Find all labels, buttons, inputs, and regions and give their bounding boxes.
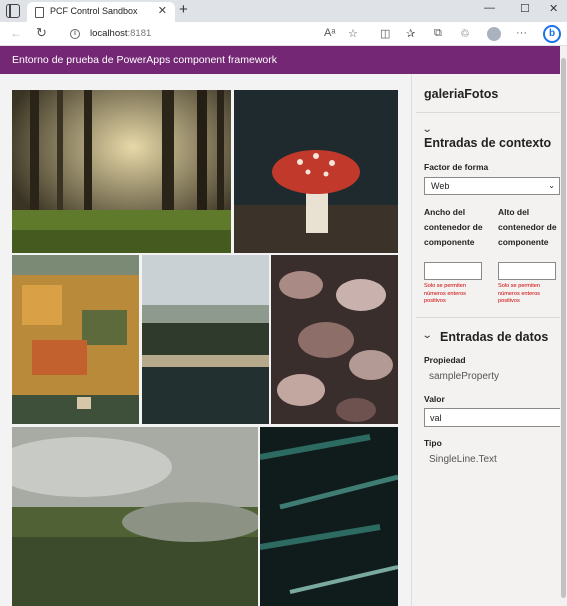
new-tab-icon[interactable]: + (179, 1, 188, 18)
type-value: SingleLine.Text (429, 454, 497, 465)
type-label: Tipo (424, 438, 442, 448)
close-tab-icon[interactable]: ✕ (158, 4, 167, 17)
photo-fir-branches[interactable] (260, 427, 398, 606)
photo-red-mushroom[interactable] (234, 90, 398, 253)
property-label: Propiedad (424, 355, 466, 365)
chevron-down-icon: ⌄ (548, 181, 555, 190)
more-menu-icon[interactable]: ··· (516, 27, 527, 39)
browser-tab-bar: PCF Control Sandbox ✕ + — ☐ ✕ (0, 0, 567, 22)
height-input[interactable] (498, 262, 556, 280)
favorites-icon[interactable]: ✰ (406, 27, 415, 40)
page-icon (35, 7, 44, 18)
height-label: Alto del contenedor de componente (498, 207, 557, 247)
maximize-icon[interactable]: ☐ (520, 2, 530, 15)
context-inputs-heading[interactable]: Entradas de contexto (424, 136, 551, 150)
split-screen-icon[interactable]: ◫ (380, 27, 390, 40)
read-aloud-icon[interactable]: Aᵃ (324, 27, 335, 39)
browser-tab[interactable]: PCF Control Sandbox ✕ (27, 2, 175, 22)
chevron-down-icon[interactable]: ⌄ (422, 124, 433, 135)
profile-avatar[interactable] (487, 27, 501, 41)
app-header: Entorno de prueba de PowerApps component… (0, 46, 560, 74)
photo-autumn-hillside[interactable] (12, 255, 139, 424)
photo-sunlit-forest[interactable] (12, 90, 231, 253)
favorite-star-icon[interactable]: ☆ (348, 27, 358, 40)
refresh-icon[interactable]: ↻ (36, 25, 47, 41)
form-factor-label: Factor de forma (424, 162, 489, 172)
form-factor-value: Web (431, 181, 450, 191)
minimize-icon[interactable]: — (484, 2, 495, 14)
photo-dry-leaves[interactable] (271, 255, 398, 424)
collections-icon[interactable]: ⧉ (434, 27, 442, 40)
photo-foggy-forest[interactable] (12, 427, 258, 606)
divider (416, 112, 561, 113)
divider (416, 317, 561, 318)
properties-panel: galeriaFotos ⌄ Entradas de contexto Fact… (411, 74, 562, 606)
width-error: Solo se permiten números enteros positiv… (424, 283, 466, 304)
scrollbar-thumb[interactable] (561, 58, 566, 598)
chevron-down-icon[interactable]: ⌄ (422, 330, 433, 341)
photo-misty-lake[interactable] (142, 255, 269, 424)
form-factor-select[interactable]: Web ⌄ (424, 177, 560, 195)
tab-actions-icon[interactable] (6, 4, 20, 18)
property-value: sampleProperty (429, 371, 500, 382)
tab-title: PCF Control Sandbox (50, 6, 138, 16)
value-label: Valor (424, 394, 445, 404)
url-text: localhost:8181 (90, 28, 152, 39)
value-input[interactable]: val (424, 408, 562, 427)
bing-copilot-icon[interactable]: b (543, 25, 561, 43)
width-label: Ancho del contenedor de componente (424, 207, 483, 247)
page-scrollbar[interactable] (560, 46, 567, 606)
data-inputs-heading[interactable]: Entradas de datos (440, 330, 548, 344)
app-title: Entorno de prueba de PowerApps component… (12, 54, 277, 66)
address-bar: ← ↻ i localhost:8181 Aᵃ ☆ ◫ ✰ ⧉ ♲ ··· b (0, 22, 567, 46)
close-window-icon[interactable]: ✕ (549, 2, 558, 15)
photo-gallery (0, 74, 409, 606)
height-error: Solo se permiten números enteros positiv… (498, 283, 540, 304)
back-icon[interactable]: ← (10, 26, 22, 40)
info-icon[interactable]: i (70, 29, 80, 39)
component-title: galeriaFotos (424, 87, 499, 101)
width-input[interactable] (424, 262, 482, 280)
extensions-icon[interactable]: ♲ (460, 27, 470, 40)
